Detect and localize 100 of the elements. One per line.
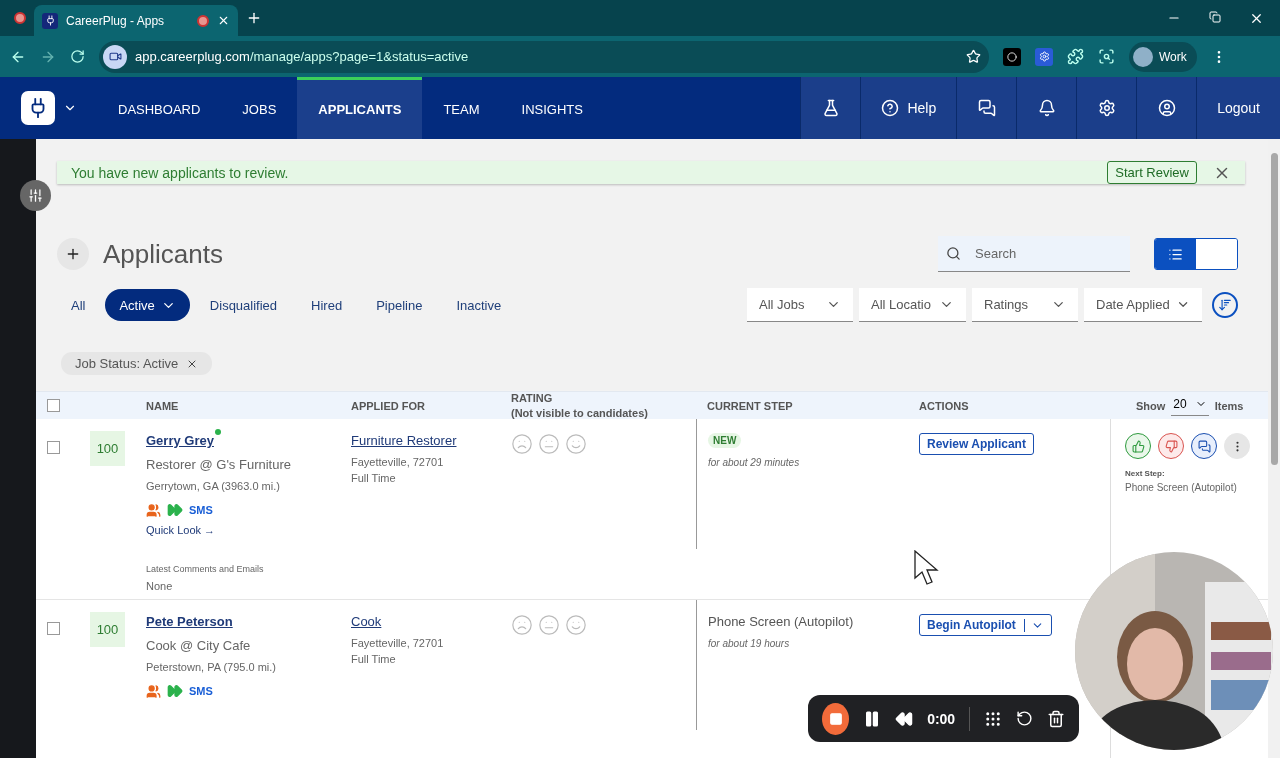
restore-icon[interactable]: [1209, 10, 1221, 23]
search-field[interactable]: Search: [938, 236, 1130, 272]
address-bar[interactable]: app.careerplug.com/manage/apps?page=1&status=active: [99, 40, 989, 73]
labs-button[interactable]: [800, 77, 861, 139]
profile-button[interactable]: Work: [1129, 41, 1197, 72]
status-tab[interactable]: Disqualified: [195, 289, 292, 321]
sort-icon: [1218, 298, 1232, 312]
grid-icon: [984, 709, 1002, 728]
circle-icon: [1007, 51, 1017, 62]
settings-button[interactable]: [1076, 77, 1137, 139]
applicant-location: Gerrytown, GA (3963.0 mi.): [146, 480, 280, 492]
comments-label: Latest Comments and Emails: [146, 564, 264, 574]
job-link[interactable]: Cook: [351, 614, 382, 629]
column-header: NAME: [146, 399, 180, 412]
extension-button[interactable]: [1003, 47, 1021, 66]
close-tab-icon[interactable]: [217, 14, 230, 27]
thumbs-up-icon: [1131, 439, 1145, 453]
logout-button[interactable]: Logout: [1196, 77, 1280, 139]
column-header: CURRENT STEP: [706, 399, 794, 412]
message-button[interactable]: [1191, 433, 1217, 459]
action-button[interactable]: Begin Autopilot: [919, 614, 1052, 636]
filter-dropdown[interactable]: All Jobs: [747, 288, 853, 322]
applicant-name[interactable]: Gerry Grey: [146, 433, 214, 448]
step-name: Phone Screen (Autopilot): [708, 614, 854, 629]
column-header: ACTIONS: [919, 399, 970, 412]
nav-item[interactable]: APPLICANTS: [297, 77, 423, 139]
star-icon[interactable]: [966, 49, 981, 64]
column-header: APPLIED FOR: [351, 399, 426, 412]
page-size-select[interactable]: 20: [1171, 395, 1209, 416]
browser-tab[interactable]: CareerPlug - Apps: [34, 5, 238, 36]
status-tab[interactable]: Inactive: [442, 289, 516, 321]
restart-button[interactable]: [1016, 710, 1033, 727]
reload-icon[interactable]: [70, 49, 85, 64]
job-link[interactable]: Furniture Restorer: [351, 433, 457, 448]
status-tab[interactable]: All: [57, 289, 100, 321]
status-tab[interactable]: Active: [105, 289, 190, 321]
applicant-location: Peterstown, PA (795.0 mi.): [146, 661, 277, 673]
delete-button[interactable]: [1047, 709, 1065, 728]
restart-icon: [1016, 710, 1033, 727]
status-tab[interactable]: Hired: [297, 289, 357, 321]
banner-message: You have new applicants to review.: [71, 164, 290, 181]
notifications-button[interactable]: [1016, 77, 1077, 139]
score: 100: [90, 612, 125, 647]
help-button[interactable]: Help: [860, 77, 957, 139]
plus-icon: [65, 246, 81, 262]
messages-button[interactable]: [956, 77, 1017, 139]
nav-item[interactable]: INSIGHTS: [500, 77, 604, 139]
search-input[interactable]: Search: [973, 245, 1093, 262]
stop-icon: [828, 711, 843, 726]
sort-button[interactable]: [1212, 292, 1238, 318]
thumbs-up-button[interactable]: [1125, 433, 1151, 459]
next-step-label: Next Step:: [1125, 469, 1166, 478]
tab-title: CareerPlug - Apps: [66, 13, 165, 28]
page-title: Applicants: [103, 238, 224, 270]
sms-tag: SMS: [189, 504, 213, 516]
people-icon: [146, 502, 161, 518]
extension-button[interactable]: [1035, 47, 1053, 66]
sms-tag: SMS: [189, 685, 213, 697]
applicant-headline: Restorer @ G's Furniture: [146, 457, 291, 472]
chat-icon: [1197, 439, 1211, 453]
start-review-button[interactable]: Start Review: [1107, 161, 1197, 184]
column-header: RATING: [511, 392, 554, 404]
rewind-button[interactable]: [895, 709, 914, 728]
lens-icon[interactable]: [1098, 48, 1115, 65]
applicant-name[interactable]: Pete Peterson: [146, 614, 233, 629]
nav-item[interactable]: JOBS: [221, 77, 298, 139]
filter-dropdown[interactable]: Date Applied: [1084, 288, 1202, 322]
thumbs-down-button[interactable]: [1158, 433, 1184, 459]
quick-look-link[interactable]: Quick Look →: [146, 524, 216, 536]
profile-button[interactable]: [1136, 77, 1197, 139]
filter-dropdown[interactable]: Ratings: [972, 288, 1078, 322]
site-info-button[interactable]: [103, 44, 127, 69]
settings-icon: [1097, 99, 1116, 117]
chip-label: Job Status: Active: [75, 356, 179, 371]
show-label: Show: [1136, 399, 1166, 412]
logo[interactable]: [21, 91, 55, 125]
filter-dropdown[interactable]: All Locatio: [859, 288, 966, 322]
job-type: Full Time: [351, 472, 396, 484]
list-view-button[interactable]: [1155, 239, 1196, 269]
grid-button[interactable]: [984, 709, 1002, 728]
nav-item[interactable]: TEAM: [422, 77, 501, 139]
row-checkbox[interactable]: [47, 622, 60, 635]
nav-item[interactable]: DASHBOARD: [97, 77, 222, 139]
new-tab-icon[interactable]: [246, 10, 262, 26]
score: 100: [90, 431, 125, 466]
help-icon: [881, 99, 900, 117]
gear-icon: [1038, 51, 1050, 62]
status-tab[interactable]: Pipeline: [362, 289, 437, 321]
search-icon: [946, 246, 961, 261]
select-all-checkbox[interactable]: [47, 399, 60, 412]
job-location: Fayetteville, 72701: [351, 456, 444, 468]
action-button[interactable]: Review Applicant: [919, 433, 1034, 455]
caret-icon[interactable]: [1023, 618, 1044, 632]
add-button[interactable]: [57, 238, 89, 270]
job-type: Full Time: [351, 653, 396, 665]
extensions-icon[interactable]: [1067, 48, 1084, 65]
stop-button[interactable]: [822, 702, 850, 735]
settings-button[interactable]: [20, 180, 51, 211]
sliders-icon: [28, 188, 43, 203]
row-checkbox[interactable]: [47, 441, 60, 454]
